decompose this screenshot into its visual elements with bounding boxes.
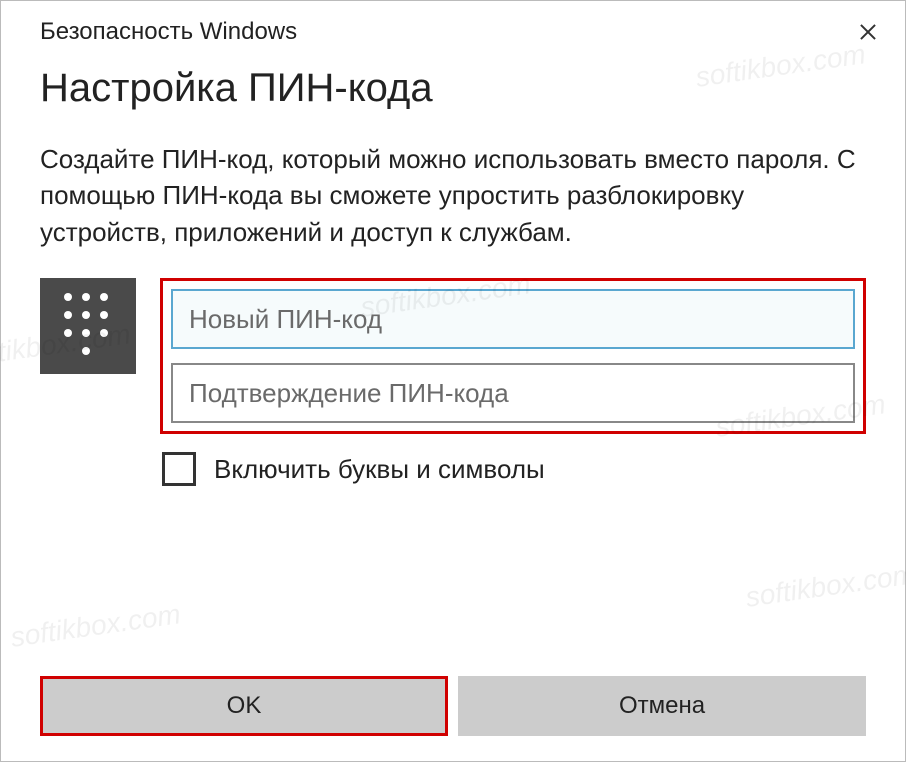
window-title: Безопасность Windows <box>40 18 297 46</box>
keypad-icon <box>40 278 136 374</box>
dialog-heading: Настройка ПИН-кода <box>40 66 866 111</box>
watermark: softikbox.com <box>9 598 183 654</box>
dialog-description: Создайте ПИН-код, который можно использо… <box>40 141 866 250</box>
cancel-button[interactable]: Отмена <box>458 676 866 736</box>
dialog-content: Настройка ПИН-кода Создайте ПИН-код, кот… <box>0 56 906 486</box>
ok-button[interactable]: OK <box>40 676 448 736</box>
letters-symbols-label: Включить буквы и символы <box>214 454 545 485</box>
letters-symbols-row: Включить буквы и символы <box>162 452 866 486</box>
pin-form-row <box>40 278 866 434</box>
watermark: softikbox.com <box>743 558 906 614</box>
pin-inputs-highlight <box>160 278 866 434</box>
titlebar: Безопасность Windows <box>0 0 906 56</box>
new-pin-input[interactable] <box>171 289 855 349</box>
confirm-pin-input[interactable] <box>171 363 855 423</box>
close-icon[interactable] <box>858 22 878 42</box>
button-bar: OK Отмена <box>40 676 866 736</box>
letters-symbols-checkbox[interactable] <box>162 452 196 486</box>
